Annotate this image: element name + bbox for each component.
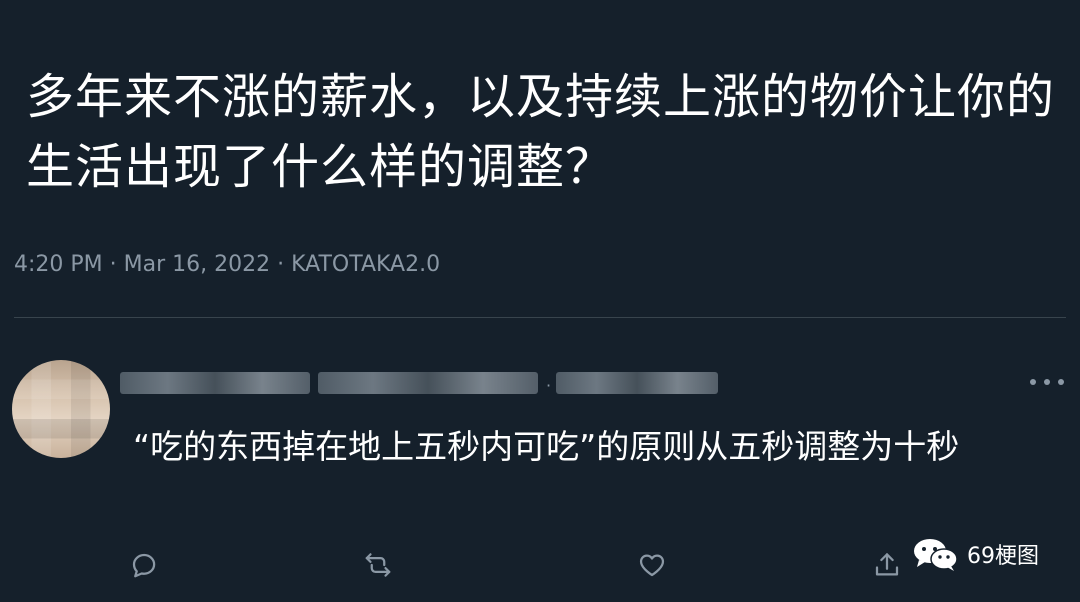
- reply-icon[interactable]: [127, 548, 161, 582]
- blurred-display-name[interactable]: [120, 372, 310, 394]
- retweet-icon[interactable]: [361, 548, 395, 582]
- like-icon[interactable]: [635, 548, 669, 582]
- avatar[interactable]: [12, 360, 110, 458]
- tweet-meta[interactable]: 4:20 PM · Mar 16, 2022 · KATOTAKA2.0: [14, 252, 440, 277]
- watermark: 69梗图: [911, 536, 1039, 572]
- reply-text: “吃的东西掉在地上五秒内可吃”的原则从五秒调整为十秒: [133, 427, 960, 466]
- blurred-date[interactable]: [556, 372, 718, 394]
- watermark-label: 69梗图: [967, 544, 1039, 569]
- blurred-handle[interactable]: [318, 372, 538, 394]
- divider: [14, 317, 1066, 318]
- more-options-icon[interactable]: [1030, 368, 1064, 396]
- wechat-logo-icon: [914, 539, 958, 571]
- separator-dot: ·: [546, 376, 552, 395]
- share-icon[interactable]: [870, 548, 904, 582]
- tweet-text: 多年来不涨的薪水，以及持续上涨的物价让你的生活出现了什么样的调整？: [26, 69, 1056, 195]
